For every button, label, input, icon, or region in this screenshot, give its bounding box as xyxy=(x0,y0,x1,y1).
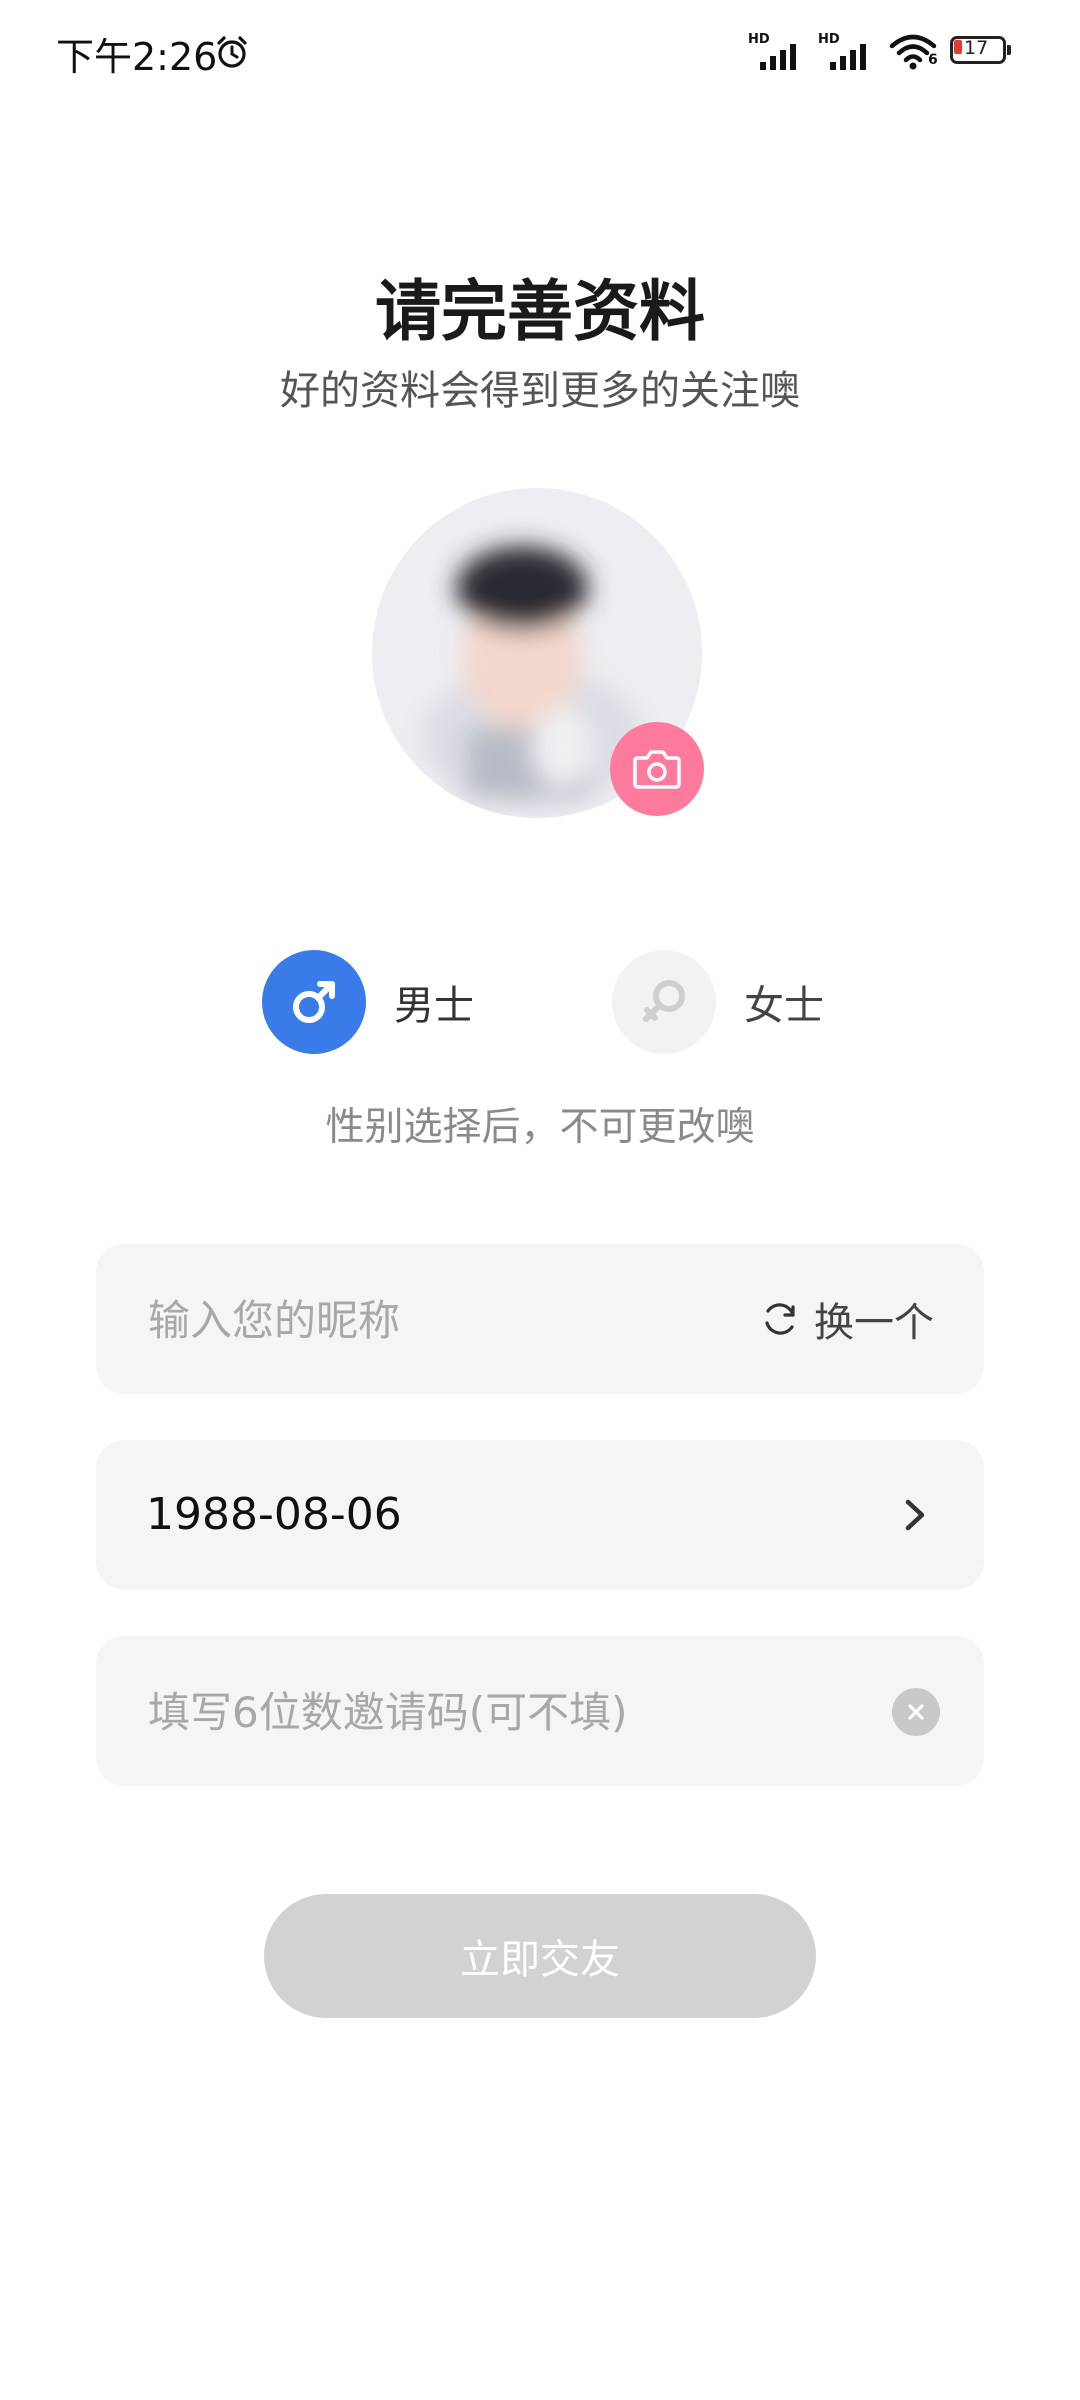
signal-icon-1: HD xyxy=(748,32,810,72)
battery-icon: 17 xyxy=(950,36,1012,66)
wifi-badge: 6 xyxy=(928,52,938,68)
camera-button[interactable] xyxy=(610,722,704,816)
alarm-icon xyxy=(217,36,247,68)
status-time: 下午2:26 xyxy=(56,35,218,79)
birthday-field[interactable]: 1988-08-06 xyxy=(96,1440,984,1590)
invite-code-field[interactable] xyxy=(96,1636,984,1788)
clear-icon[interactable] xyxy=(892,1688,940,1736)
nickname-field[interactable]: 换一个 xyxy=(96,1244,984,1396)
invite-code-input[interactable] xyxy=(146,1636,800,1788)
page-subtitle: 好的资料会得到更多的关注噢 xyxy=(280,368,800,414)
page-title: 请完善资料 xyxy=(375,273,705,350)
female-icon xyxy=(643,980,685,1022)
chevron-right-icon xyxy=(905,1499,925,1531)
birthday-value: 1988-08-06 xyxy=(146,1489,402,1540)
battery-level xyxy=(954,40,962,54)
signal-icon-2: HD xyxy=(818,32,880,72)
gender-note: 性别选择后，不可更改噢 xyxy=(325,1105,755,1150)
refresh-label: 换一个 xyxy=(814,1300,934,1346)
gender-option-female[interactable]: 女士 xyxy=(612,950,824,1054)
nickname-input[interactable] xyxy=(146,1244,800,1396)
signal-bars-icon xyxy=(830,44,866,70)
signal-bars-icon xyxy=(760,44,796,70)
gender-option-male[interactable]: 男士 xyxy=(262,950,474,1054)
gender-label-male: 男士 xyxy=(394,983,474,1029)
gender-label-female: 女士 xyxy=(744,983,824,1029)
status-bar: 下午2:26 HD HD 6 17 xyxy=(0,0,1080,100)
wifi-icon: 6 xyxy=(888,32,938,72)
profile-setup-screen: 下午2:26 HD HD 6 17 请完善资料 好的资料会得到更多的关注噢 男士… xyxy=(0,0,1080,2400)
female-icon-button[interactable] xyxy=(612,950,716,1054)
male-icon xyxy=(293,981,335,1023)
avatar-picker[interactable] xyxy=(372,488,704,818)
battery-text: 17 xyxy=(964,37,989,59)
refresh-nickname-button[interactable]: 换一个 xyxy=(760,1244,934,1394)
camera-icon xyxy=(633,750,681,789)
close-icon xyxy=(908,1704,924,1720)
male-icon-button[interactable] xyxy=(262,950,366,1054)
refresh-icon xyxy=(765,1303,795,1335)
submit-button[interactable]: 立即交友 xyxy=(264,1894,816,2018)
